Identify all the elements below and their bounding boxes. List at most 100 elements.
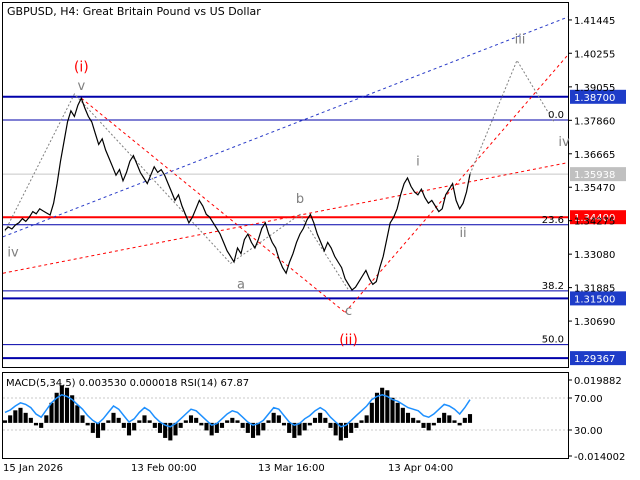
wave-label: ii bbox=[459, 226, 466, 241]
wave-label: iv bbox=[558, 135, 570, 150]
macd-bar bbox=[199, 422, 204, 426]
macd-bar bbox=[111, 412, 116, 423]
macd-bar bbox=[157, 422, 163, 433]
macd-bar bbox=[323, 417, 328, 423]
y-tick-label: 1.33080 bbox=[574, 250, 615, 261]
wave-label: (i) bbox=[74, 60, 89, 76]
macd-bar bbox=[80, 415, 85, 423]
macd-bar bbox=[95, 422, 101, 438]
indicator-header: MACD(5,34,5) 0.003530 0.000018 RSI(14) 6… bbox=[6, 378, 249, 389]
macd-bar bbox=[411, 417, 416, 423]
macd-bar bbox=[85, 422, 90, 426]
macd-bar bbox=[33, 422, 39, 426]
chart-window: GBPUSD, H4: Great Britain Pound vs US Do… bbox=[0, 0, 640, 480]
macd-bar bbox=[64, 387, 70, 423]
wave-label: c bbox=[345, 304, 352, 319]
macd-bar bbox=[457, 422, 462, 426]
macd-bar bbox=[287, 422, 292, 433]
chart-svg: GBPUSD, H4: Great Britain Pound vs US Do… bbox=[2, 2, 626, 474]
y-tick-label: 30.00 bbox=[574, 426, 603, 437]
macd-bar bbox=[442, 412, 447, 423]
wave-label: b bbox=[296, 192, 304, 207]
y-tick-label: 1.37860 bbox=[574, 116, 615, 127]
macd-bar bbox=[28, 417, 33, 423]
macd-bar bbox=[359, 420, 364, 423]
macd-bar bbox=[23, 412, 28, 423]
y-tick-label: 1.31885 bbox=[574, 284, 615, 295]
chart-header: GBPUSD, H4: Great Britain Pound vs US Do… bbox=[7, 5, 261, 18]
x-tick-label: 15 Jan 2026 bbox=[3, 463, 63, 474]
macd-bar bbox=[39, 422, 44, 428]
macd-bar bbox=[312, 417, 318, 423]
macd-bar bbox=[380, 387, 385, 423]
macd-bar bbox=[240, 422, 245, 428]
macd-bar bbox=[395, 402, 400, 423]
macd-bar bbox=[349, 422, 354, 433]
macd-bar bbox=[152, 422, 157, 428]
macd-bar bbox=[8, 415, 13, 423]
macd-bar bbox=[245, 422, 250, 433]
macd-bar bbox=[447, 415, 452, 423]
header-description: Great Britain Pound vs US Dollar bbox=[83, 5, 262, 18]
macd-bar bbox=[281, 422, 287, 426]
macd-bar bbox=[2, 420, 8, 423]
macd-bar bbox=[261, 422, 266, 431]
macd-bar bbox=[142, 415, 147, 423]
fib-label: 23.6 bbox=[542, 215, 564, 226]
wave-label: v bbox=[77, 79, 85, 94]
macd-bar bbox=[416, 420, 421, 423]
macd-bar bbox=[225, 420, 230, 423]
wave-label: i bbox=[416, 154, 420, 169]
y-tick-label: 1.30690 bbox=[574, 317, 615, 328]
main-plot-area[interactable] bbox=[2, 2, 569, 368]
macd-bar bbox=[183, 420, 188, 423]
macd-bar bbox=[59, 385, 64, 423]
y-tick-label: 1.39055 bbox=[574, 83, 615, 94]
macd-bar bbox=[44, 415, 49, 423]
macd-bar bbox=[266, 420, 271, 423]
macd-bar bbox=[354, 422, 359, 428]
macd-bar bbox=[333, 422, 338, 436]
macd-bar bbox=[436, 417, 442, 423]
macd-bar bbox=[219, 422, 225, 428]
macd-bar bbox=[178, 422, 183, 428]
macd-bar bbox=[235, 420, 240, 423]
macd-bar bbox=[426, 422, 431, 431]
y-tick-label: 70.00 bbox=[574, 394, 603, 405]
macd-bar bbox=[307, 422, 312, 426]
y-tick-label: 1.36665 bbox=[574, 150, 615, 161]
y-tick-label: 1.41445 bbox=[574, 16, 615, 27]
macd-bar bbox=[452, 420, 457, 423]
macd-bar bbox=[431, 422, 436, 426]
macd-bar bbox=[328, 422, 333, 428]
macd-bar bbox=[147, 420, 152, 423]
macd-bar bbox=[132, 422, 137, 431]
macd-bar bbox=[318, 412, 323, 423]
wave-label: iii bbox=[515, 33, 526, 48]
y-tick-label: 0.019882 bbox=[574, 376, 622, 387]
fib-label: 50.0 bbox=[542, 335, 564, 346]
macd-bar bbox=[106, 420, 111, 423]
macd-bar bbox=[121, 422, 126, 428]
fib-label: 0.0 bbox=[548, 110, 564, 121]
macd-bar bbox=[302, 422, 307, 431]
y-tick-label: -0.014002 bbox=[574, 452, 625, 463]
macd-bar bbox=[116, 417, 121, 423]
level-label: 1.29367 bbox=[574, 354, 615, 365]
macd-bar bbox=[369, 402, 374, 423]
macd-bar bbox=[405, 412, 411, 423]
wave-label: a bbox=[237, 278, 245, 293]
fib-label: 38.2 bbox=[542, 281, 564, 292]
header-symbol: GBPUSD bbox=[7, 5, 53, 18]
macd-bar bbox=[271, 412, 276, 423]
x-tick-label: 13 Apr 04:00 bbox=[388, 463, 453, 474]
header-timeframe: H4 bbox=[60, 5, 75, 18]
macd-bar bbox=[101, 422, 106, 431]
level-label: 1.31500 bbox=[574, 294, 615, 305]
macd-bar bbox=[90, 422, 95, 433]
macd-bar bbox=[75, 405, 80, 423]
macd-bar bbox=[18, 407, 23, 423]
wave-label: (ii) bbox=[339, 333, 358, 349]
y-tick-label: 1.40255 bbox=[574, 49, 615, 60]
macd-bar bbox=[400, 407, 405, 423]
